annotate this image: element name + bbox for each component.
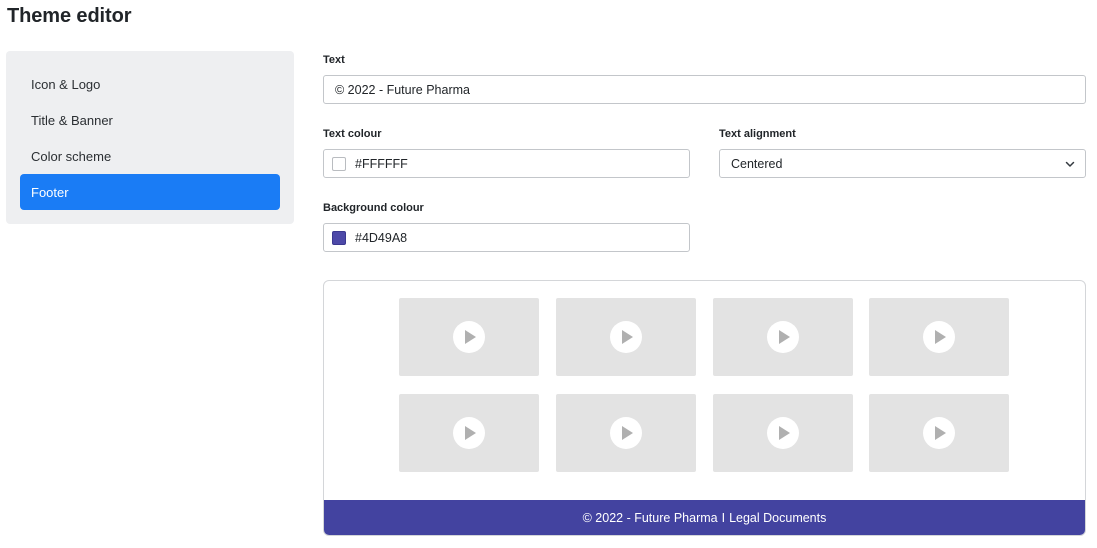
sidebar-item-color-scheme[interactable]: Color scheme (20, 138, 280, 174)
text-alignment-select[interactable]: Centered (719, 149, 1086, 178)
background-colour-swatch[interactable] (332, 230, 346, 245)
video-thumbnail[interactable] (713, 298, 853, 376)
play-icon (923, 417, 955, 449)
sidebar-item-icon-logo[interactable]: Icon & Logo (20, 66, 280, 102)
video-thumbnail[interactable] (399, 394, 539, 472)
video-thumbnail[interactable] (556, 394, 696, 472)
theme-sections-sidebar: Icon & Logo Title & Banner Color scheme … (6, 51, 294, 224)
video-thumbnail[interactable] (869, 394, 1009, 472)
sidebar-item-label: Footer (31, 184, 69, 200)
video-thumbnail[interactable] (713, 394, 853, 472)
background-colour-label: Background colour (323, 202, 424, 214)
background-colour-value: #4D49A8 (355, 230, 408, 245)
text-colour-label: Text colour (323, 128, 382, 140)
footer-preview: © 2022 - Future Pharma I Legal Documents (323, 280, 1086, 536)
page-title: Theme editor (7, 5, 132, 27)
chevron-down-icon (1065, 161, 1075, 167)
play-icon (453, 321, 485, 353)
sidebar-item-label: Icon & Logo (31, 76, 101, 92)
footer-text-value: © 2022 - Future Pharma (335, 82, 470, 97)
text-alignment-label: Text alignment (719, 128, 796, 140)
play-icon (767, 321, 799, 353)
footer-legal-link[interactable]: Legal Documents (729, 511, 826, 525)
play-icon (610, 321, 642, 353)
text-alignment-value: Centered (731, 156, 783, 171)
play-icon (610, 417, 642, 449)
text-colour-value: #FFFFFF (355, 156, 408, 171)
background-colour-input[interactable]: #4D49A8 (323, 223, 690, 252)
footer-separator: I (721, 510, 726, 525)
text-colour-input[interactable]: #FFFFFF (323, 149, 690, 178)
footer-text-input[interactable]: © 2022 - Future Pharma (323, 75, 1086, 104)
sidebar-item-footer[interactable]: Footer (20, 174, 280, 210)
sidebar-item-title-banner[interactable]: Title & Banner (20, 102, 280, 138)
preview-footer-bar: © 2022 - Future Pharma I Legal Documents (324, 500, 1085, 535)
text-label: Text (323, 54, 345, 66)
video-thumbnail[interactable] (556, 298, 696, 376)
play-icon (923, 321, 955, 353)
video-thumbnail[interactable] (869, 298, 1009, 376)
sidebar-item-label: Color scheme (31, 148, 112, 164)
play-icon (453, 417, 485, 449)
text-colour-swatch[interactable] (332, 156, 346, 171)
video-thumbnail[interactable] (399, 298, 539, 376)
footer-copyright: © 2022 - Future Pharma (582, 510, 718, 525)
play-icon (767, 417, 799, 449)
sidebar-item-label: Title & Banner (31, 112, 113, 128)
